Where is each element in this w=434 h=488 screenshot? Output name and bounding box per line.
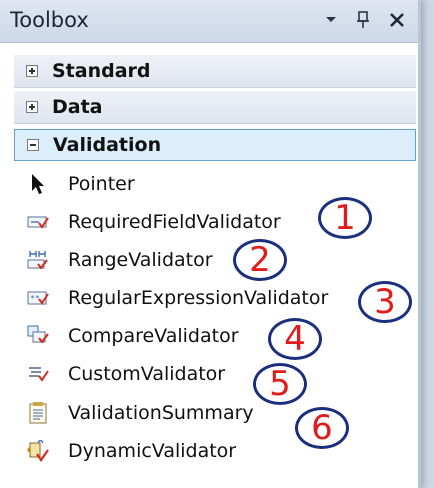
toolbox-item-requiredfieldvalidator[interactable]: RequiredFieldValidator bbox=[26, 206, 281, 238]
item-label: ValidationSummary bbox=[68, 402, 254, 424]
regex-validator-icon: ** bbox=[26, 286, 50, 310]
callout-number: 1 bbox=[334, 198, 356, 238]
toolbox-item-comparevalidator[interactable]: CompareValidator bbox=[26, 320, 239, 352]
toolbox-item-dynamicvalidator[interactable]: DynamicValidator bbox=[26, 435, 236, 467]
callout-2: 2 bbox=[233, 239, 287, 281]
toolbox-item-regularexpressionvalidator[interactable]: ** RegularExpressionValidator bbox=[26, 282, 328, 314]
window-title: Toolbox bbox=[10, 8, 89, 32]
compare-validator-icon bbox=[26, 324, 50, 348]
toolbox-item-pointer[interactable]: Pointer bbox=[26, 168, 135, 200]
collapse-minus-icon[interactable] bbox=[27, 139, 39, 151]
item-label: DynamicValidator bbox=[68, 440, 237, 462]
expand-plus-icon[interactable] bbox=[26, 101, 38, 113]
dynamic-validator-icon bbox=[26, 439, 50, 463]
item-label: Pointer bbox=[68, 173, 135, 195]
group-label: Standard bbox=[52, 60, 151, 82]
svg-text:**: ** bbox=[30, 294, 40, 303]
item-label: RangeValidator bbox=[68, 249, 213, 271]
required-field-validator-icon bbox=[26, 210, 50, 234]
range-validator-icon bbox=[26, 248, 50, 272]
item-label: RegularExpressionValidator bbox=[68, 287, 329, 309]
pin-icon[interactable] bbox=[352, 8, 374, 32]
toolbox-item-customvalidator[interactable]: CustomValidator bbox=[26, 358, 225, 390]
toolbox-item-rangevalidator[interactable]: RangeValidator bbox=[26, 244, 213, 276]
group-data[interactable]: Data bbox=[14, 91, 416, 124]
group-label: Data bbox=[52, 96, 103, 118]
window-menu-dropdown-icon[interactable] bbox=[320, 8, 342, 32]
callout-number: 2 bbox=[249, 240, 271, 280]
callout-6: 6 bbox=[295, 407, 349, 449]
callout-4: 4 bbox=[268, 318, 322, 360]
callout-3: 3 bbox=[358, 281, 412, 323]
item-label: CompareValidator bbox=[68, 325, 239, 347]
expand-plus-icon[interactable] bbox=[26, 65, 38, 77]
callout-number: 6 bbox=[311, 408, 333, 448]
close-icon[interactable] bbox=[386, 8, 408, 32]
item-label: CustomValidator bbox=[68, 363, 226, 385]
toolbox-window: Toolbox Standard Data Validation Pointer… bbox=[0, 0, 421, 488]
toolbox-titlebar: Toolbox bbox=[0, 0, 418, 43]
callout-number: 4 bbox=[284, 319, 306, 359]
callout-number: 3 bbox=[374, 282, 396, 322]
group-validation[interactable]: Validation bbox=[14, 129, 416, 161]
callout-5: 5 bbox=[253, 363, 307, 405]
callout-number: 5 bbox=[269, 364, 291, 404]
validation-summary-icon bbox=[26, 401, 50, 425]
callout-1: 1 bbox=[318, 197, 372, 239]
group-label: Validation bbox=[53, 134, 162, 156]
custom-validator-icon bbox=[26, 362, 50, 386]
pointer-arrow-icon bbox=[26, 172, 50, 196]
group-standard[interactable]: Standard bbox=[14, 55, 416, 88]
toolbox-content: Standard Data Validation Pointer Require… bbox=[0, 43, 418, 488]
toolbox-item-validationsummary[interactable]: ValidationSummary bbox=[26, 397, 254, 429]
item-label: RequiredFieldValidator bbox=[68, 211, 281, 233]
